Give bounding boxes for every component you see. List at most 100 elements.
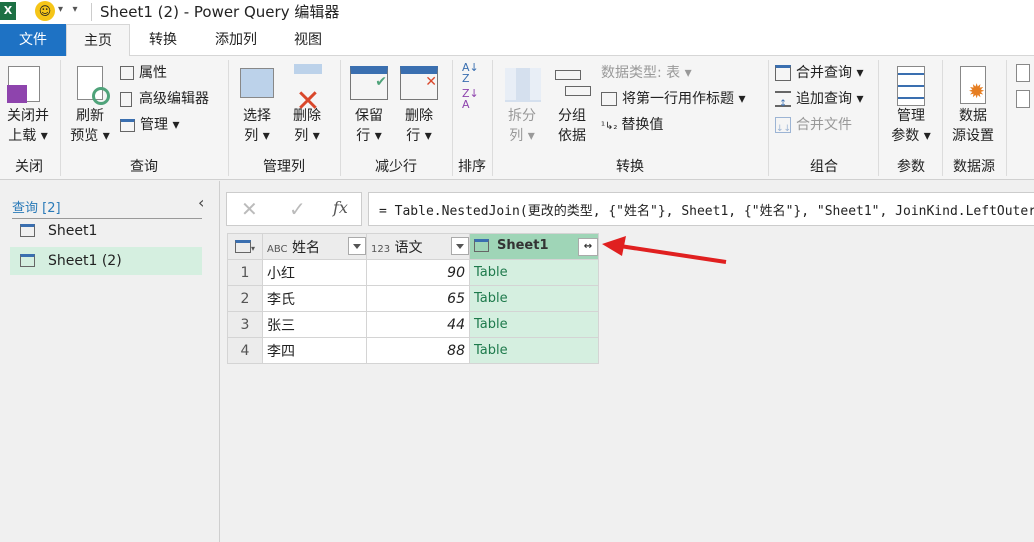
group-label-manage-columns: 管理列	[263, 159, 305, 175]
new-source-icon[interactable]	[1016, 64, 1030, 82]
cell[interactable]: 李四	[262, 337, 367, 364]
manage-parameters-icon	[897, 66, 925, 106]
group-by-icon	[555, 70, 591, 100]
formula-buttons: ✕ ✓ fx	[226, 192, 362, 226]
table-link[interactable]: Table	[469, 259, 599, 286]
refresh-preview-button[interactable]: 刷新 预览 ▾	[64, 106, 116, 146]
cell[interactable]: 65	[366, 285, 470, 312]
cell[interactable]: 张三	[262, 311, 367, 338]
collapse-pane-button[interactable]: ‹	[198, 193, 204, 212]
text-type-icon[interactable]: ABC	[267, 244, 288, 255]
row-number: 4	[227, 337, 263, 364]
label: 依据	[558, 128, 586, 144]
data-type-dropdown[interactable]: 数据类型: 表 ▾	[601, 62, 692, 84]
group-label-sort: 排序	[458, 159, 486, 175]
label: 将第一行用作标题	[622, 91, 734, 107]
table-row: 3 张三 44 Table	[227, 311, 599, 338]
replace-values-button[interactable]: ¹↳₂ 替换值	[601, 114, 663, 136]
group-by-button[interactable]: 分组 依据	[550, 106, 594, 146]
group-label-transform: 转换	[616, 159, 644, 175]
table-row: 4 李四 88 Table	[227, 337, 599, 364]
filter-dropdown-button[interactable]	[348, 236, 366, 255]
label: 上载	[8, 128, 37, 144]
label: 管理	[897, 108, 925, 124]
table-link[interactable]: Table	[469, 337, 599, 364]
properties-button[interactable]: 属性	[120, 62, 167, 84]
remove-rows-button[interactable]: 删除行 ▾	[396, 106, 442, 146]
formula-bar: ✕ ✓ fx = Table.NestedJoin(更改的类型, {"姓名"},…	[226, 192, 1034, 226]
label: 高级编辑器	[139, 91, 209, 107]
merge-queries-button[interactable]: 合并查询 ▾	[775, 62, 863, 84]
advanced-editor-button[interactable]: 高级编辑器	[120, 88, 209, 110]
append-queries-button[interactable]: ↕ 追加查询 ▾	[775, 88, 863, 110]
expand-column-button[interactable]: ↔	[578, 237, 598, 256]
label: 源设置	[952, 128, 994, 144]
table-menu-button[interactable]: ▾	[227, 233, 263, 260]
label: 管理	[140, 117, 168, 133]
column-header-sheet1[interactable]: Sheet1 ↔	[469, 233, 599, 260]
label: 数据类型: 表	[601, 65, 681, 81]
merge-queries-icon	[775, 65, 791, 81]
label: 刷新	[76, 108, 104, 124]
query-item-sheet1[interactable]: Sheet1	[10, 217, 202, 245]
choose-columns-button[interactable]: 选择列 ▾	[234, 106, 280, 146]
split-column-icon	[505, 68, 541, 102]
label: 行	[406, 128, 421, 144]
tab-view[interactable]: 视图	[280, 24, 336, 56]
combine-files-icon: ↓↓	[775, 117, 791, 134]
label: Sheet1	[48, 223, 98, 239]
divider	[91, 3, 92, 21]
cancel-icon[interactable]: ✕	[241, 197, 258, 221]
label: 替换值	[621, 117, 664, 133]
group-label-combine: 组合	[810, 159, 838, 175]
filter-dropdown-button[interactable]	[451, 236, 469, 255]
append-queries-icon: ↕	[775, 91, 791, 109]
quick-access-dropdown[interactable]: ▾ ▾	[58, 4, 78, 15]
keep-rows-button[interactable]: 保留行 ▾	[346, 106, 392, 146]
tab-home[interactable]: 主页	[66, 24, 130, 57]
tab-file[interactable]: 文件	[0, 24, 66, 56]
column-header-chinese[interactable]: 123 语文	[366, 233, 470, 260]
manage-button[interactable]: 管理 ▾	[120, 114, 179, 136]
cell[interactable]: 44	[366, 311, 470, 338]
data-source-settings-button[interactable]: 数据 源设置	[944, 106, 1002, 146]
cell[interactable]: 88	[366, 337, 470, 364]
cell[interactable]: 90	[366, 259, 470, 286]
data-grid: ▾ ABC 姓名 123 语文 Sheet1 ↔ 1 小红 90 Table 2 李氏 65…	[227, 233, 599, 364]
data-source-settings-icon: ✹	[960, 66, 986, 104]
label: 保留	[355, 108, 383, 124]
group-label-close: 关闭	[15, 159, 43, 175]
recent-sources-icon[interactable]	[1016, 90, 1030, 108]
number-type-icon[interactable]: 123	[371, 244, 390, 255]
close-and-load-button[interactable]: 关闭并 上载 ▾	[0, 106, 56, 146]
column-header-name[interactable]: ABC 姓名	[262, 233, 367, 260]
annotation-arrow-icon	[602, 236, 727, 264]
query-item-sheet1-2[interactable]: Sheet1 (2)	[10, 247, 202, 275]
split-column-button[interactable]: 拆分列 ▾	[500, 106, 544, 146]
ribbon: 关闭并 上载 ▾ 关闭 刷新 预览 ▾ 属性 高级编辑器 管理 ▾ 查询 选择列 ▾…	[0, 56, 1034, 180]
confirm-icon[interactable]: ✓	[289, 197, 306, 221]
header-row: ▾ ABC 姓名 123 语文 Sheet1 ↔	[227, 233, 599, 260]
cell[interactable]: 李氏	[262, 285, 367, 312]
fx-icon[interactable]: fx	[333, 198, 348, 217]
refresh-preview-icon	[77, 66, 110, 105]
table-link[interactable]: Table	[469, 285, 599, 312]
manage-parameters-button[interactable]: 管理 参数 ▾	[884, 106, 938, 146]
formula-input[interactable]: = Table.NestedJoin(更改的类型, {"姓名"}, Sheet1…	[368, 192, 1034, 226]
remove-columns-icon: ✕	[294, 64, 322, 119]
sort-ascending-icon[interactable]: A↓ Z	[462, 62, 479, 84]
tab-transform[interactable]: 转换	[132, 24, 194, 56]
tab-add-column[interactable]: 添加列	[200, 24, 272, 56]
table-icon	[20, 254, 35, 267]
use-first-row-as-headers-button[interactable]: 将第一行用作标题 ▾	[601, 88, 745, 110]
label: 分组	[558, 108, 586, 124]
table-link[interactable]: Table	[469, 311, 599, 338]
remove-columns-button[interactable]: 删除列 ▾	[284, 106, 330, 146]
label: 姓名	[291, 239, 320, 256]
smiley-feedback-icon[interactable]: ☺	[35, 1, 55, 21]
keep-rows-icon: ✔	[350, 66, 388, 100]
label: 拆分	[508, 108, 536, 124]
combine-files-button[interactable]: ↓↓ 合并文件	[775, 114, 852, 136]
cell[interactable]: 小红	[262, 259, 367, 286]
sort-descending-icon[interactable]: Z↓ A	[462, 88, 479, 110]
